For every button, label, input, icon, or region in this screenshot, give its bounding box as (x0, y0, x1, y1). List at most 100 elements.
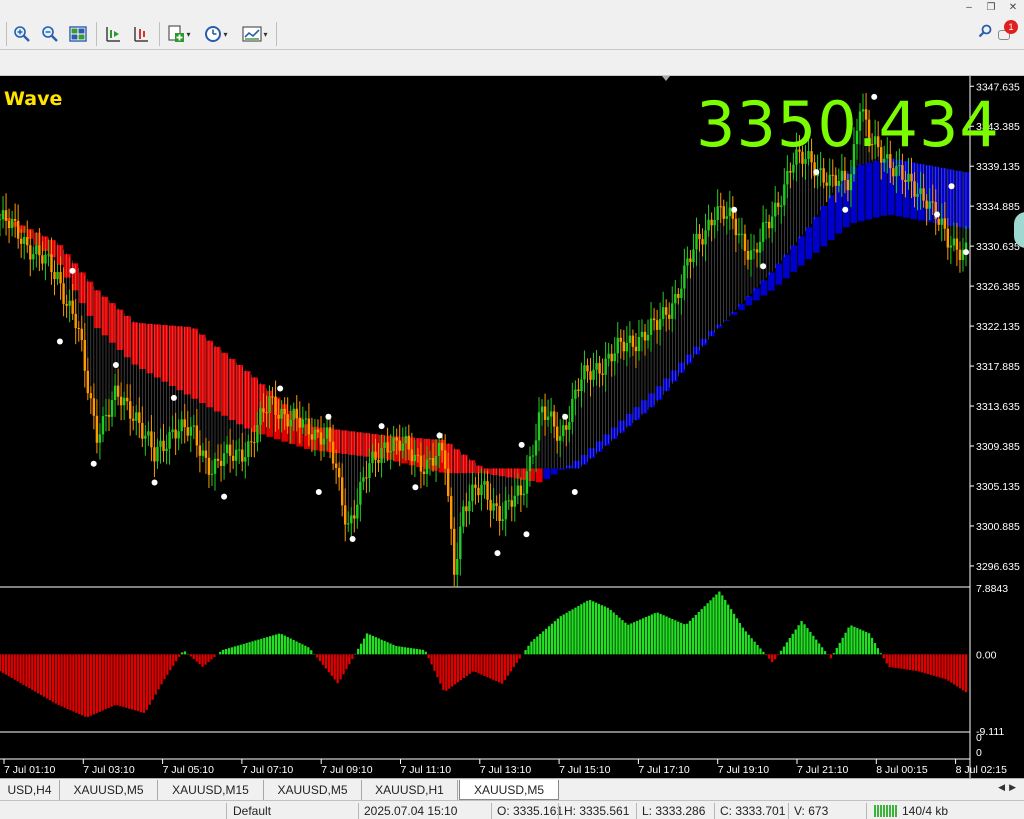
candle-body (189, 426, 192, 436)
candle-body (392, 437, 395, 451)
cloud-band (790, 245, 798, 272)
cloud-band (146, 323, 154, 374)
cloud-band (550, 468, 558, 475)
candle-body (219, 460, 223, 466)
chart-window[interactable]: 3347.635 3343.385 3339.135 3334.885 3330.635… (0, 76, 1024, 778)
tab-chart-2[interactable]: XAUUSD,M5 (60, 780, 158, 800)
tab-chart-5[interactable]: XAUUSD,H1 (362, 780, 458, 800)
candle-body (156, 446, 159, 462)
status-separator (714, 803, 715, 819)
swing-point-dot (221, 493, 228, 500)
chart-shift-icon[interactable] (101, 22, 125, 46)
candle-body (365, 477, 368, 479)
zoom-out-icon[interactable] (38, 22, 62, 46)
candle-body (356, 504, 359, 519)
status-separator (636, 803, 637, 819)
candle-body (716, 206, 719, 221)
candle-body (677, 293, 680, 298)
candle-body (513, 495, 516, 507)
candle-body (783, 184, 786, 206)
candle-body (622, 341, 626, 352)
candle-body (683, 265, 686, 289)
restore-button[interactable]: ❐ (980, 0, 1002, 16)
autoscroll-icon[interactable] (129, 22, 153, 46)
time-tick-label: 7 Jul 01:10 (4, 764, 56, 776)
toolbar-separator (159, 22, 160, 46)
zoom-in-icon[interactable] (10, 22, 34, 46)
candle-body (555, 426, 559, 441)
candle-body (822, 168, 825, 183)
candle-body (686, 258, 689, 266)
candle-body (668, 314, 671, 319)
candle-body (949, 245, 953, 248)
tab-scroll-arrows[interactable]: ◀▶ (998, 782, 1020, 793)
price-tick-label: 3305.135 (976, 481, 1020, 493)
candle-body (183, 419, 186, 428)
candle-body (907, 173, 910, 182)
tab-chart-6-active[interactable]: XAUUSD,M5 (459, 780, 559, 800)
candle-body (540, 406, 544, 413)
candle-body (834, 175, 837, 186)
tile-windows-icon[interactable] (66, 22, 90, 46)
templates-icon[interactable]: ▾ (238, 22, 272, 46)
candle-body (171, 429, 174, 433)
close-button[interactable]: ✕ (1002, 0, 1024, 16)
cloud-band (535, 468, 543, 483)
cloud-band (19, 225, 26, 233)
candle-body (62, 283, 65, 305)
price-tick-label: 3309.385 (976, 441, 1020, 453)
candle-body (310, 434, 314, 440)
candle-body (50, 254, 53, 273)
candle-body (289, 419, 292, 427)
candle-body (892, 168, 895, 177)
swing-point-dot (731, 206, 738, 213)
status-separator (358, 803, 359, 819)
notifications-icon[interactable]: 1 (996, 20, 1018, 44)
candle-body (377, 459, 380, 463)
candle-body (504, 500, 507, 520)
candle-body (577, 389, 580, 392)
cloud-band (558, 468, 566, 470)
candle-body (337, 467, 341, 478)
candle-body (53, 272, 56, 280)
chart-scroll-handle[interactable] (1014, 212, 1024, 248)
swing-point-dot (170, 394, 177, 401)
candle-body (649, 318, 653, 335)
candle-body (465, 506, 468, 512)
status-separator (866, 803, 867, 819)
candle-body (41, 255, 44, 264)
periods-icon[interactable]: ▾ (200, 22, 232, 46)
candle-body (658, 319, 662, 330)
minimize-button[interactable]: – (958, 0, 980, 16)
candle-body (413, 454, 417, 462)
candle-body (195, 425, 199, 446)
candle-body (843, 170, 847, 180)
search-icon[interactable] (978, 24, 992, 41)
candle-body (925, 200, 928, 209)
candle-body (129, 401, 132, 419)
candle-body (698, 233, 701, 240)
candle-body (507, 500, 510, 502)
candle-body (928, 201, 931, 209)
candle-body (531, 455, 535, 457)
indicators-icon[interactable]: ▾ (164, 22, 194, 46)
candle-body (371, 451, 374, 464)
candle-body (13, 219, 17, 221)
cloud-band (872, 161, 880, 218)
candle-body (728, 207, 731, 217)
candle-body (107, 414, 111, 417)
candle-body (498, 505, 501, 521)
price-chart[interactable]: 3347.6353343.3853339.1353334.8853330.635… (0, 76, 1024, 778)
candle-body (549, 411, 553, 417)
candle-body (228, 444, 232, 456)
candle-body (443, 450, 447, 469)
candle-body (65, 304, 68, 306)
time-tick-label: 7 Jul 07:10 (242, 764, 294, 776)
cloud-band (191, 328, 199, 399)
candle-body (604, 358, 607, 375)
candle-body (150, 431, 153, 448)
candle-body (610, 353, 613, 362)
tab-chart-3[interactable]: XAUUSD,M15 (158, 780, 264, 800)
tab-chart-1[interactable]: USD,H4 (0, 780, 60, 800)
tab-chart-4[interactable]: XAUUSD,M5 (264, 780, 362, 800)
